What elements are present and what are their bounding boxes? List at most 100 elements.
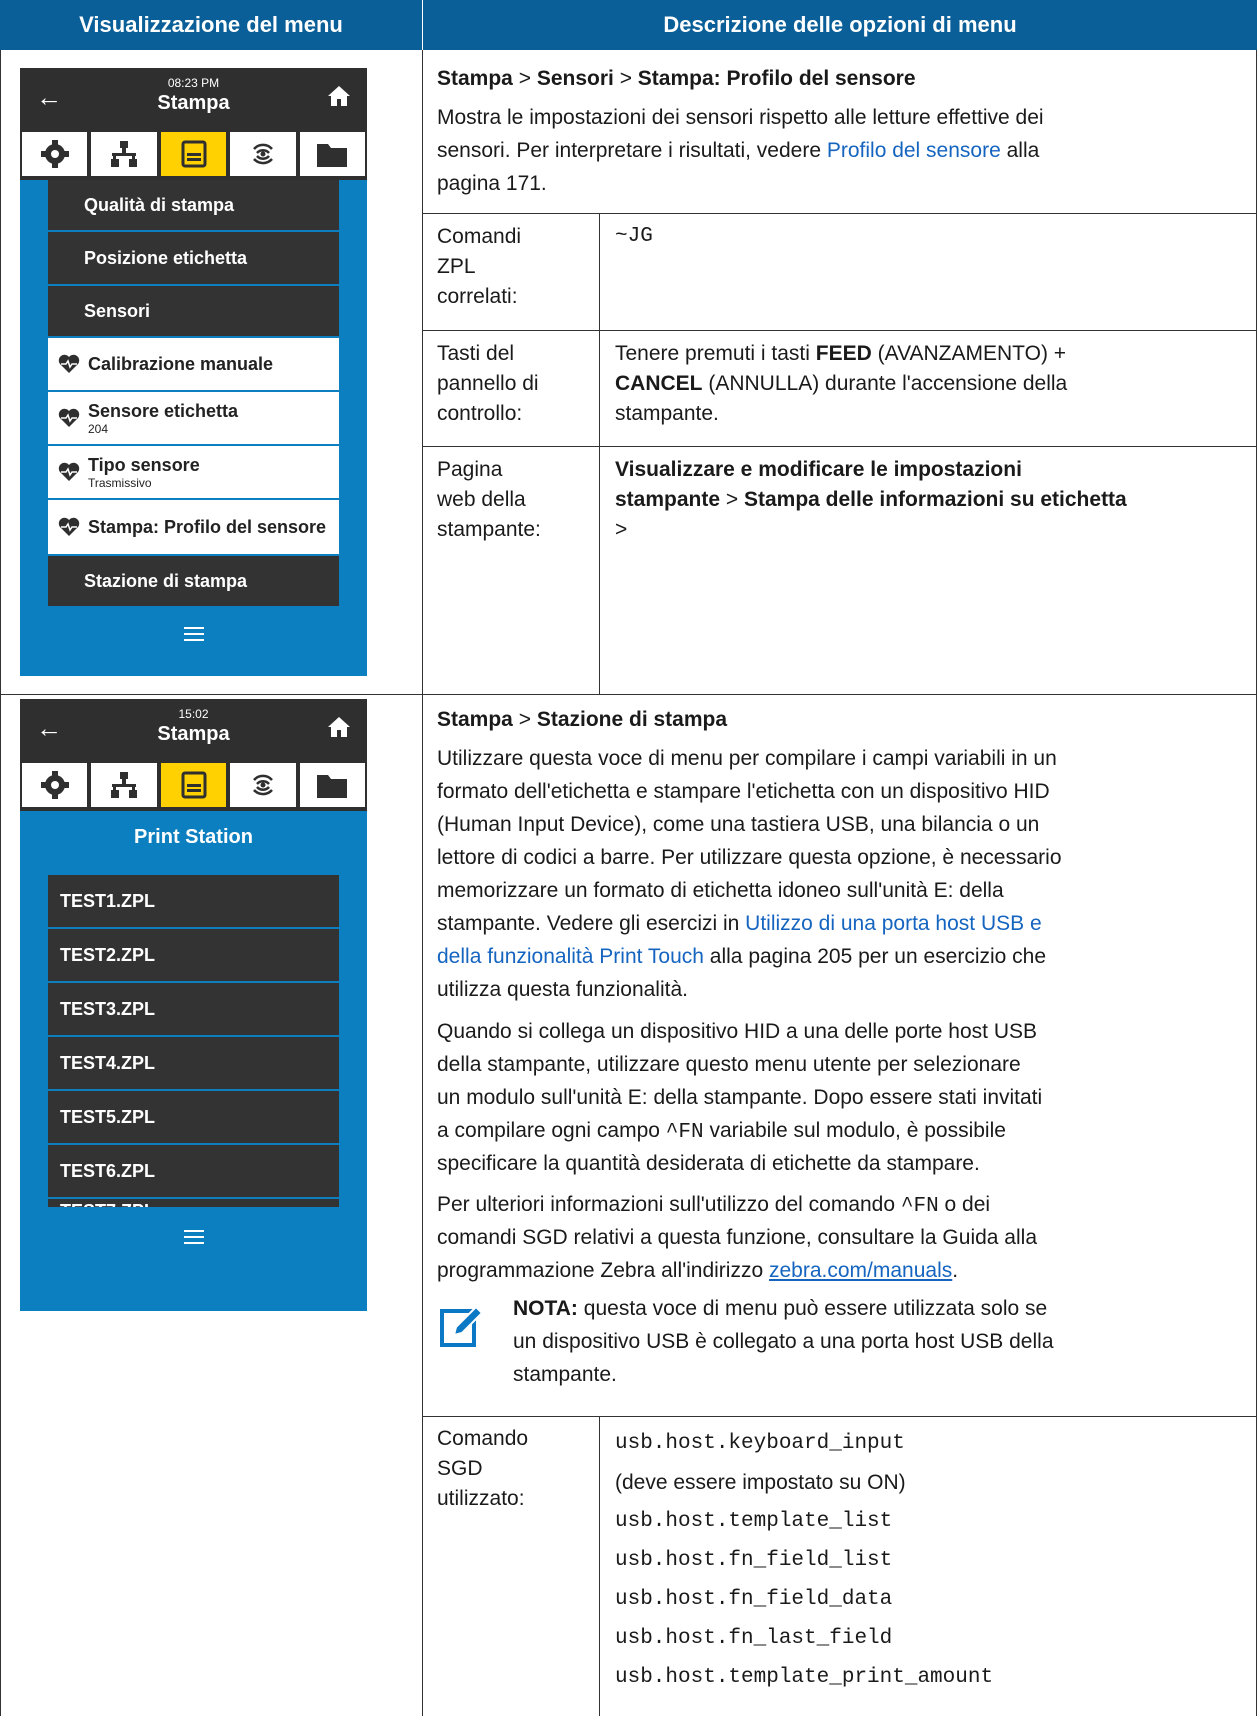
- folder-icon: [317, 144, 348, 167]
- screen-title-bar: ← 08:23 PM Stampa: [20, 68, 367, 128]
- column-header-description: Descrizione delle opzioni di menu: [423, 0, 1257, 50]
- network-icon: [111, 141, 138, 167]
- folder-icon: [317, 775, 348, 798]
- column-divider: [422, 50, 423, 1716]
- keys-label: Tasti del pannello di controllo:: [437, 342, 539, 425]
- table-border-left: [0, 50, 1, 1716]
- gear-icon: [40, 771, 69, 799]
- home-icon[interactable]: [327, 84, 351, 108]
- menu-path: Stampa > Sensori > Stampa: Profilo del s…: [437, 67, 916, 90]
- subrow-divider: [422, 446, 1257, 447]
- screen-tab-bar: [20, 759, 367, 811]
- hamburger-menu-icon[interactable]: [183, 1226, 204, 1248]
- note-text: NOTA: questa voce di menu può essere uti…: [513, 1297, 1054, 1386]
- wireless-icon: [252, 774, 273, 796]
- menu-item-print-quality[interactable]: Qualità di stampa: [48, 180, 339, 230]
- screen-time: 15:02: [178, 707, 209, 721]
- file-item[interactable]: TEST1.ZPL: [48, 875, 339, 927]
- home-icon[interactable]: [327, 715, 351, 739]
- hamburger-menu-icon[interactable]: [183, 623, 204, 645]
- description-paragraph: Quando si collega un dispositivo HID a u…: [437, 1020, 1043, 1175]
- web-label: Pagina web della stampante:: [437, 458, 541, 541]
- usb-host-link[interactable]: Utilizzo di una porta host USB e: [745, 912, 1041, 935]
- screen-bottom-bar: [20, 608, 367, 660]
- settings-tab[interactable]: [22, 763, 88, 807]
- wireless-tab[interactable]: [230, 763, 296, 807]
- template-file-list: TEST1.ZPL TEST2.ZPL TEST3.ZPL TEST4.ZPL …: [48, 875, 339, 1207]
- wireless-tab[interactable]: [230, 132, 296, 176]
- menu-item-label-position[interactable]: Posizione etichetta: [48, 232, 339, 284]
- print-tab[interactable]: [160, 763, 227, 807]
- screen-tab-bar: [20, 128, 367, 180]
- file-item[interactable]: TEST2.ZPL: [48, 929, 339, 981]
- zpl-value: ~JG: [615, 225, 653, 248]
- screen-title-bar: ← 15:02 Stampa: [20, 699, 367, 759]
- screen-title: Stampa: [157, 723, 230, 745]
- sgd-command: usb.host.keyboard_input: [615, 1432, 905, 1455]
- web-value: Visualizzare e modificare le impostazion…: [615, 458, 1127, 541]
- menu-item-label: Calibrazione manuale: [88, 353, 274, 374]
- storage-tab[interactable]: [299, 763, 366, 807]
- sgd-command: usb.host.template_list: [615, 1510, 893, 1533]
- sgd-values: usb.host.keyboard_input (deve essere imp…: [615, 1429, 993, 1702]
- zpl-label: Comandi ZPL correlati:: [437, 225, 522, 308]
- print-tab[interactable]: [160, 132, 227, 176]
- settings-tab[interactable]: [22, 132, 88, 176]
- printer-icon: [181, 140, 207, 168]
- sensor-profile-link[interactable]: Profilo del sensore: [827, 139, 1001, 162]
- heart-pulse-icon: [58, 462, 80, 481]
- network-tab[interactable]: [91, 763, 157, 807]
- description-text: Mostra le impostazioni dei sensori rispe…: [437, 106, 1044, 129]
- description-paragraph: Utilizzare questa voce di menu per compi…: [437, 747, 1062, 1001]
- print-touch-link[interactable]: della funzionalità Print Touch: [437, 945, 704, 968]
- file-item[interactable]: TEST7.ZPL: [48, 1199, 339, 1207]
- description-paragraph: Per ulteriori informazioni sull'utilizzo…: [437, 1193, 1037, 1282]
- description-text: pagina 171.: [437, 172, 547, 195]
- sgd-command: usb.host.fn_field_list: [615, 1549, 893, 1572]
- keys-value: Tenere premuti i tasti FEED (AVANZAMENTO…: [615, 342, 1068, 425]
- screen-title: Stampa: [157, 92, 230, 114]
- menu-item-value: 204: [88, 421, 109, 436]
- options-table: Visualizzazione del menu Descrizione del…: [0, 0, 1257, 1716]
- menu-path: Stampa > Stazione di stampa: [437, 708, 728, 731]
- file-item[interactable]: TEST4.ZPL: [48, 1037, 339, 1089]
- sgd-label: Comando SGD utilizzato:: [437, 1427, 529, 1510]
- menu-item-sensors[interactable]: Sensori: [48, 286, 339, 336]
- sgd-command: usb.host.template_print_amount: [615, 1666, 994, 1689]
- menu-item-sensor-profile[interactable]: Stampa: Profilo del sensore: [48, 500, 339, 554]
- menu-item-value: Trasmissivo: [88, 475, 152, 490]
- heart-pulse-icon: [58, 517, 80, 536]
- sgd-command: usb.host.fn_field_data: [615, 1588, 893, 1611]
- storage-tab[interactable]: [299, 132, 366, 176]
- printer-screen-sensors: ← 08:23 PM Stampa Qualità di stampa Posi…: [20, 68, 367, 676]
- subrow-divider: [422, 1416, 1257, 1417]
- menu-item-label: Tipo sensore: [88, 454, 200, 475]
- menu-item-manual-calibration[interactable]: Calibrazione manuale: [48, 338, 339, 390]
- file-item[interactable]: TEST6.ZPL: [48, 1145, 339, 1197]
- screen-bottom-bar: [20, 1211, 367, 1263]
- sgd-note: (deve essere impostato su ON): [615, 1471, 906, 1494]
- zebra-manuals-link[interactable]: zebra.com/manuals: [769, 1259, 952, 1282]
- description-text: sensori. Per interpretare i risultati, v…: [437, 139, 1040, 162]
- subrow-divider: [422, 330, 1257, 331]
- file-item[interactable]: TEST5.ZPL: [48, 1091, 339, 1143]
- heart-pulse-icon: [58, 354, 80, 373]
- menu-item-label: Stampa: Profilo del sensore: [88, 516, 327, 537]
- network-tab[interactable]: [91, 132, 157, 176]
- menu-item-sensor-type[interactable]: Tipo sensore Trasmissivo: [48, 446, 339, 498]
- row-divider: [0, 694, 1257, 695]
- menu-item-label: Sensore etichetta: [88, 400, 239, 421]
- subcolumn-divider: [599, 213, 600, 694]
- menu-item-print-station[interactable]: Stazione di stampa: [48, 556, 339, 606]
- column-header-menu: Visualizzazione del menu: [0, 0, 422, 50]
- gear-icon: [40, 140, 69, 168]
- file-item[interactable]: TEST3.ZPL: [48, 983, 339, 1035]
- network-icon: [111, 772, 138, 798]
- sgd-command: usb.host.fn_last_field: [615, 1627, 893, 1650]
- note-pencil-icon: [440, 1305, 484, 1347]
- screen-time: 08:23 PM: [167, 76, 220, 90]
- subcolumn-divider: [599, 1416, 600, 1716]
- menu-item-label-sensor[interactable]: Sensore etichetta 204: [48, 392, 339, 444]
- printer-screen-print-station: ← 15:02 Stampa Print Station TEST1.ZPL T…: [20, 699, 367, 1311]
- subrow-divider: [422, 213, 1257, 214]
